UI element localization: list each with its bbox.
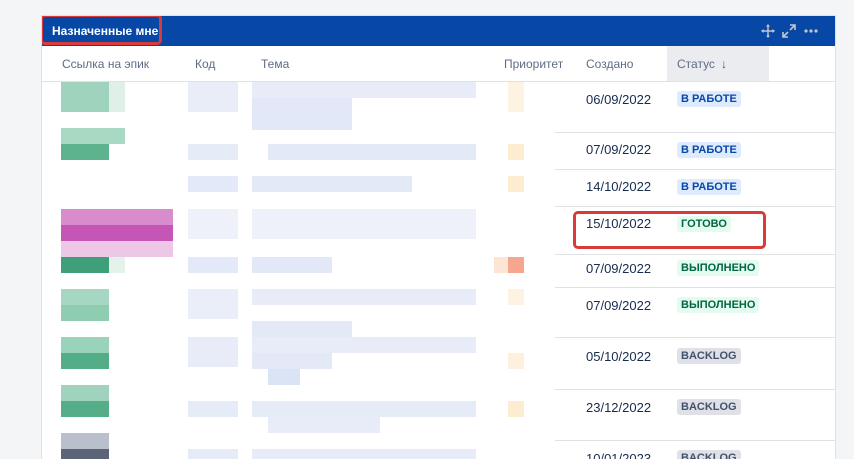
status-badge: BACKLOG <box>677 399 741 415</box>
row-divider <box>555 287 835 288</box>
status-badge: В РАБОТЕ <box>677 142 741 158</box>
created-date: 07/09/2022 <box>586 142 652 157</box>
column-status[interactable]: Статус ↓ <box>667 46 769 82</box>
move-icon[interactable] <box>760 23 776 39</box>
column-summary[interactable]: Тема <box>261 46 289 82</box>
column-epic-link[interactable]: Ссылка на эпик <box>62 46 149 82</box>
created-date: 14/10/2022 <box>586 179 652 194</box>
created-date: 07/09/2022 <box>586 298 652 313</box>
status-badge: ВЫПОЛНЕНО <box>677 297 760 313</box>
row-divider <box>555 440 835 441</box>
row-divider <box>555 254 835 255</box>
row-highlight <box>573 211 766 249</box>
created-date: 05/10/2022 <box>586 349 652 364</box>
created-date: 23/12/2022 <box>586 400 652 415</box>
row-divider <box>555 132 835 133</box>
column-priority[interactable]: Приоритет <box>504 46 563 82</box>
row-divider <box>555 169 835 170</box>
created-date: 06/09/2022 <box>586 92 652 107</box>
expand-icon[interactable] <box>781 23 797 39</box>
status-badge: В РАБОТЕ <box>677 179 741 195</box>
status-badge: BACKLOG <box>677 348 741 364</box>
row-divider <box>555 337 835 338</box>
sort-descending-icon: ↓ <box>720 57 727 71</box>
title-highlight <box>42 16 162 45</box>
column-key[interactable]: Код <box>195 46 215 82</box>
status-badge: ВЫПОЛНЕНО <box>677 260 760 276</box>
more-icon[interactable] <box>803 23 819 39</box>
column-status-label: Статус <box>677 57 715 71</box>
row-divider <box>555 206 835 207</box>
gadget-header: Назначенные мне <box>42 16 835 46</box>
column-created[interactable]: Создано <box>586 46 633 82</box>
row-divider <box>555 389 835 390</box>
status-badge: В РАБОТЕ <box>677 91 741 107</box>
assigned-to-me-gadget: Назначенные мне Ссылка на эпик Код Тема … <box>41 15 836 459</box>
created-date: 07/09/2022 <box>586 261 652 276</box>
